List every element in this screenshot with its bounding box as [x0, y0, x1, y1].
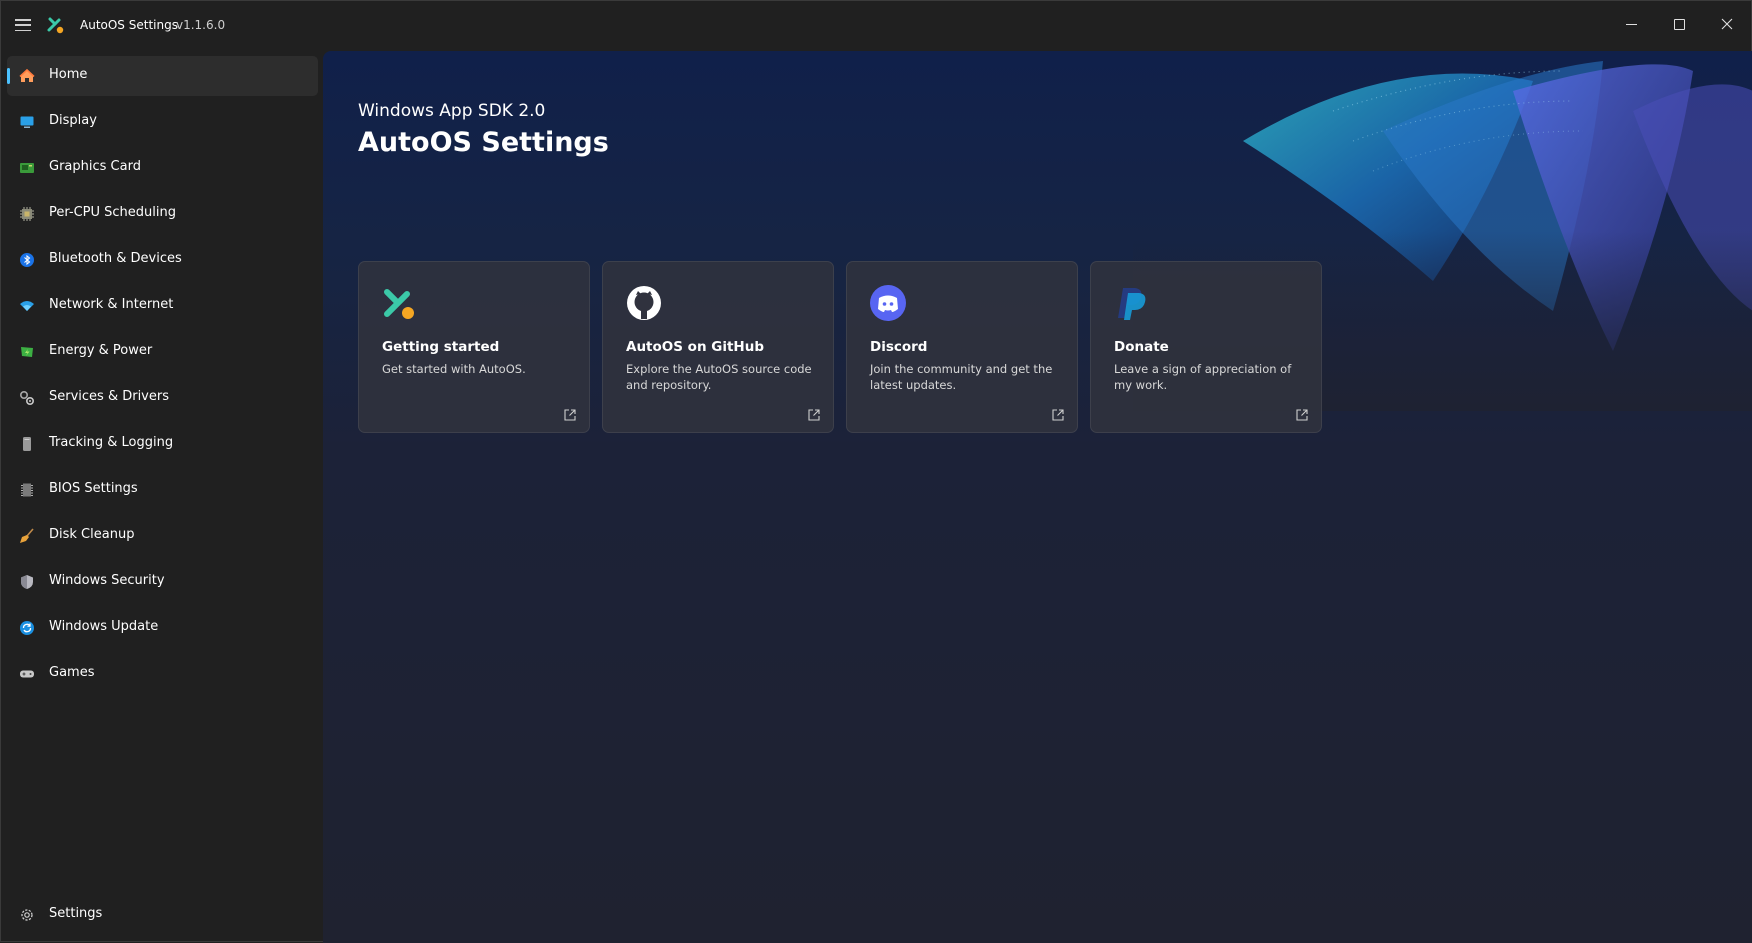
github-card[interactable]: AutoOS on GitHub Explore the AutoOS sour…: [602, 261, 834, 433]
sidebar-item-network[interactable]: Network & Internet: [7, 286, 318, 326]
gear-icon: [21, 909, 33, 921]
sidebar-item-label: Windows Update: [49, 619, 159, 634]
sidebar-item-graphics-card[interactable]: Graphics Card: [7, 148, 318, 188]
sidebar-item-label: Services & Drivers: [49, 389, 169, 404]
card-description: Explore the AutoOS source code and repos…: [626, 362, 812, 392]
wifi-icon: [20, 301, 34, 311]
app-window: AutoOS Settings v1.1.6.0 Home Display Gr…: [0, 0, 1752, 943]
sidebar-item-windows-update[interactable]: Windows Update: [7, 608, 318, 648]
maximize-button[interactable]: [1655, 1, 1703, 47]
external-link-icon: [564, 409, 576, 421]
card-description: Get started with AutoOS.: [382, 362, 526, 376]
sidebar-item-label: Network & Internet: [49, 297, 174, 312]
sidebar-item-disk-cleanup[interactable]: Disk Cleanup: [7, 516, 318, 556]
sidebar-item-label: Graphics Card: [49, 159, 141, 174]
sidebar-item-label: Disk Cleanup: [49, 527, 135, 542]
minimize-icon: [1625, 23, 1637, 25]
sidebar-item-label: Per-CPU Scheduling: [49, 205, 176, 220]
external-link-icon: [808, 409, 820, 421]
sidebar-item-windows-security[interactable]: Windows Security: [7, 562, 318, 602]
external-link-icon: [1052, 409, 1064, 421]
sidebar-item-games[interactable]: Games: [7, 654, 318, 694]
home-page: Windows App SDK 2.0 AutoOS Settings Gett…: [323, 51, 1752, 943]
card-title: Getting started: [382, 339, 500, 355]
log-icon: [23, 437, 31, 451]
app-logo-icon: [47, 17, 64, 34]
sidebar-item-per-cpu-scheduling[interactable]: Per-CPU Scheduling: [7, 194, 318, 234]
paypal-icon: [1118, 288, 1146, 320]
card-title: Donate: [1114, 339, 1169, 355]
hero-subtitle: Windows App SDK 2.0: [358, 101, 546, 121]
hamburger-menu-icon[interactable]: [15, 16, 33, 34]
update-icon: [20, 621, 34, 635]
sidebar-item-settings[interactable]: Settings: [7, 895, 318, 935]
app-title: AutoOS Settings: [80, 18, 178, 32]
discord-card[interactable]: Discord Join the community and get the l…: [846, 261, 1078, 433]
sidebar-item-label: Display: [49, 113, 97, 128]
tools-icon: [384, 289, 414, 319]
external-link-icon: [1296, 409, 1308, 421]
minimize-button[interactable]: [1607, 1, 1655, 47]
sidebar-item-label: Windows Security: [49, 573, 165, 588]
sidebar-item-energy-power[interactable]: Energy & Power: [7, 332, 318, 372]
page-title: AutoOS Settings: [358, 127, 609, 158]
sidebar-item-label: Bluetooth & Devices: [49, 251, 182, 266]
donate-card[interactable]: Donate Leave a sign of appreciation of m…: [1090, 261, 1322, 433]
discord-icon: [870, 285, 906, 321]
gears-icon: [19, 390, 35, 406]
cpu-icon: [20, 207, 34, 221]
getting-started-card[interactable]: Getting started Get started with AutoOS.: [358, 261, 590, 433]
chip-icon: [21, 483, 33, 497]
close-button[interactable]: [1703, 1, 1751, 47]
card-description: Join the community and get the latest up…: [870, 362, 1053, 392]
bluetooth-icon: [20, 253, 34, 267]
sidebar-item-services-drivers[interactable]: Services & Drivers: [7, 378, 318, 418]
battery-icon: [21, 347, 33, 357]
sidebar-item-label: Home: [49, 67, 88, 82]
sidebar-item-home[interactable]: Home: [7, 56, 318, 96]
sidebar-item-label: Tracking & Logging: [49, 435, 174, 450]
sidebar-item-tracking-logging[interactable]: Tracking & Logging: [7, 424, 318, 464]
card-title: AutoOS on GitHub: [626, 339, 765, 355]
broom-icon: [20, 528, 34, 543]
maximize-icon: [1673, 18, 1685, 30]
gamepad-icon: [20, 670, 34, 678]
card-description: Leave a sign of appreciation of my work.: [1114, 362, 1292, 392]
sidebar-item-label: Energy & Power: [49, 343, 153, 358]
sidebar-item-display[interactable]: Display: [7, 102, 318, 142]
sidebar-item-label: BIOS Settings: [49, 481, 138, 496]
title-bar[interactable]: AutoOS Settings v1.1.6.0: [1, 1, 1752, 51]
sidebar-item-bios-settings[interactable]: BIOS Settings: [7, 470, 318, 510]
navigation-sidebar: Home Display Graphics Card Per-CPU Sched…: [1, 51, 323, 943]
card-title: Discord: [870, 339, 928, 355]
github-icon: [627, 286, 661, 320]
shield-icon: [21, 575, 33, 589]
sidebar-item-label: Games: [49, 665, 95, 680]
sidebar-item-bluetooth[interactable]: Bluetooth & Devices: [7, 240, 318, 280]
sidebar-item-label: Settings: [49, 906, 103, 921]
app-version: v1.1.6.0: [176, 18, 226, 32]
graphics-card-icon: [20, 163, 34, 173]
display-icon: [20, 116, 34, 128]
home-icon: [19, 68, 35, 82]
close-icon: [1721, 18, 1733, 30]
